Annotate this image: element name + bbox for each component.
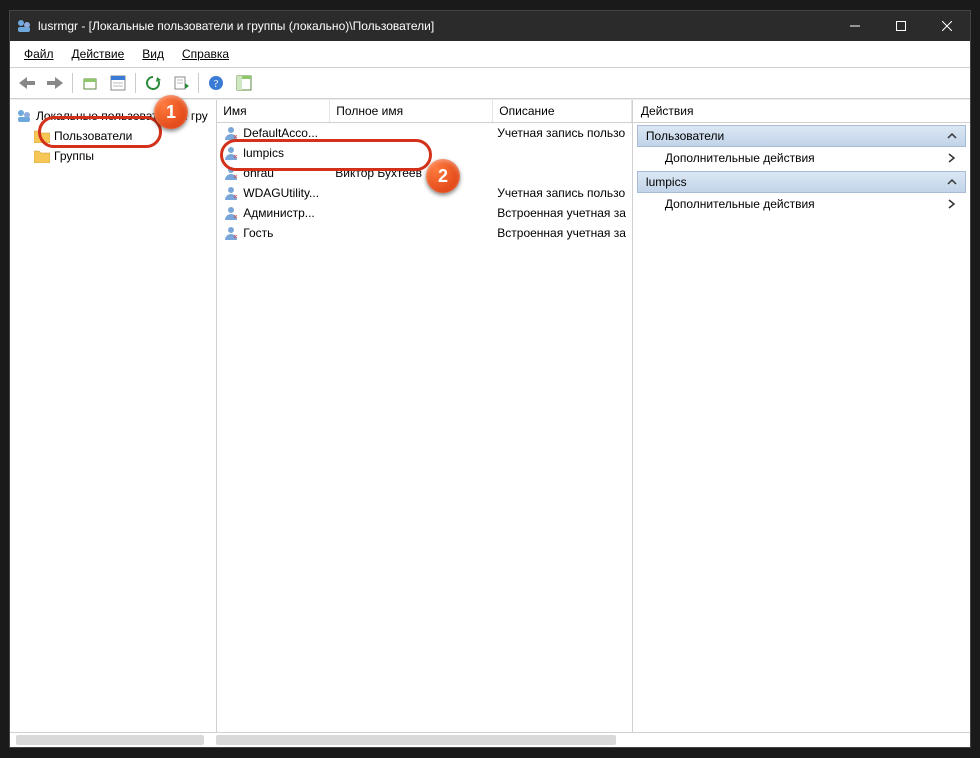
actions-more-1-label: Дополнительные действия: [665, 151, 815, 165]
users-groups-icon: [16, 108, 32, 124]
cell-desc: Учетная запись пользо: [497, 186, 625, 200]
back-button[interactable]: [14, 70, 40, 96]
cell-fullname: Виктор Бухтеев: [335, 166, 422, 180]
table-row[interactable]: ohrau Виктор Бухтеев: [217, 163, 632, 183]
column-name[interactable]: Имя: [217, 100, 330, 122]
user-icon: [223, 185, 239, 201]
tree-root-label: Локальные пользователи и гру: [36, 109, 208, 123]
menu-file[interactable]: Файл: [16, 45, 62, 63]
tree-users[interactable]: Пользователи: [32, 126, 212, 146]
tree-root[interactable]: Локальные пользователи и гру: [14, 106, 212, 126]
toolbar-separator: [72, 73, 73, 93]
table-row[interactable]: Администр... Встроенная учетная за: [217, 203, 632, 223]
list-body: DefaultAcco... Учетная запись пользо lumpi…: [217, 123, 632, 732]
actions-more-2[interactable]: Дополнительные действия: [637, 193, 966, 215]
window-title: lusrmgr - [Локальные пользователи и груп…: [38, 19, 832, 33]
user-icon: [223, 145, 239, 161]
minimize-button[interactable]: [832, 11, 878, 41]
cell-name: Администр...: [243, 206, 314, 220]
user-icon: [223, 225, 239, 241]
actions-panel: Действия Пользователи Дополнительные дей…: [633, 100, 970, 732]
chevron-right-icon: [948, 199, 956, 209]
tree-scrollbar[interactable]: [16, 735, 204, 745]
svg-text:?: ?: [214, 78, 219, 90]
view-button[interactable]: [231, 70, 257, 96]
table-row[interactable]: WDAGUtility... Учетная запись пользо: [217, 183, 632, 203]
table-row[interactable]: Гость Встроенная учетная за: [217, 223, 632, 243]
refresh-button[interactable]: [140, 70, 166, 96]
close-button[interactable]: [924, 11, 970, 41]
up-button[interactable]: [77, 70, 103, 96]
menu-action[interactable]: Действие: [64, 45, 133, 63]
cell-name: DefaultAcco...: [243, 126, 318, 140]
actions-more-1[interactable]: Дополнительные действия: [637, 147, 966, 169]
list-header: Имя Полное имя Описание: [217, 100, 632, 123]
folder-icon: [34, 128, 50, 144]
actions-header: Действия: [633, 100, 970, 123]
actions-group-selection-label: lumpics: [646, 175, 687, 189]
cell-name: WDAGUtility...: [243, 186, 319, 200]
actions-group-users[interactable]: Пользователи: [637, 125, 966, 147]
cell-desc: Встроенная учетная за: [497, 206, 626, 220]
cell-desc: Учетная запись пользо: [497, 126, 625, 140]
user-icon: [223, 165, 239, 181]
cell-name: ohrau: [243, 166, 274, 180]
list-scrollbar[interactable]: [216, 735, 616, 745]
help-button[interactable]: ?: [203, 70, 229, 96]
toolbar-separator: [135, 73, 136, 93]
list-panel: Имя Полное имя Описание DefaultAcco... Уч…: [217, 100, 633, 732]
toolbar: ?: [10, 68, 970, 99]
export-button[interactable]: [168, 70, 194, 96]
tree-groups-label: Группы: [54, 149, 94, 163]
tree-users-label: Пользователи: [54, 129, 132, 143]
chevron-up-icon: [947, 131, 957, 141]
cell-desc: Встроенная учетная за: [497, 226, 626, 240]
client-area: Локальные пользователи и гру Пользовател…: [10, 99, 970, 732]
properties-button[interactable]: [105, 70, 131, 96]
menu-help[interactable]: Справка: [174, 45, 237, 63]
window: lusrmgr - [Локальные пользователи и груп…: [9, 10, 971, 748]
actions-more-2-label: Дополнительные действия: [665, 197, 815, 211]
column-desc[interactable]: Описание: [493, 100, 632, 122]
titlebar: lusrmgr - [Локальные пользователи и груп…: [10, 11, 970, 41]
maximize-button[interactable]: [878, 11, 924, 41]
cell-name: Гость: [243, 226, 273, 240]
actions-group-selection[interactable]: lumpics: [637, 171, 966, 193]
user-icon: [223, 205, 239, 221]
table-row[interactable]: DefaultAcco... Учетная запись пользо: [217, 123, 632, 143]
user-icon: [223, 125, 239, 141]
tree-panel: Локальные пользователи и гру Пользовател…: [10, 100, 217, 732]
table-row[interactable]: lumpics: [217, 143, 632, 163]
toolbar-separator: [198, 73, 199, 93]
chevron-right-icon: [948, 153, 956, 163]
forward-button[interactable]: [42, 70, 68, 96]
chevron-up-icon: [947, 177, 957, 187]
menu-view[interactable]: Вид: [134, 45, 172, 63]
statusbar: [10, 732, 970, 747]
cell-name: lumpics: [243, 146, 284, 160]
window-buttons: [832, 11, 970, 41]
column-fullname[interactable]: Полное имя: [330, 100, 493, 122]
app-icon: [16, 18, 32, 34]
tree-groups[interactable]: Группы: [32, 146, 212, 166]
menubar: Файл Действие Вид Справка: [10, 41, 970, 68]
folder-icon: [34, 148, 50, 164]
actions-group-users-label: Пользователи: [646, 129, 724, 143]
